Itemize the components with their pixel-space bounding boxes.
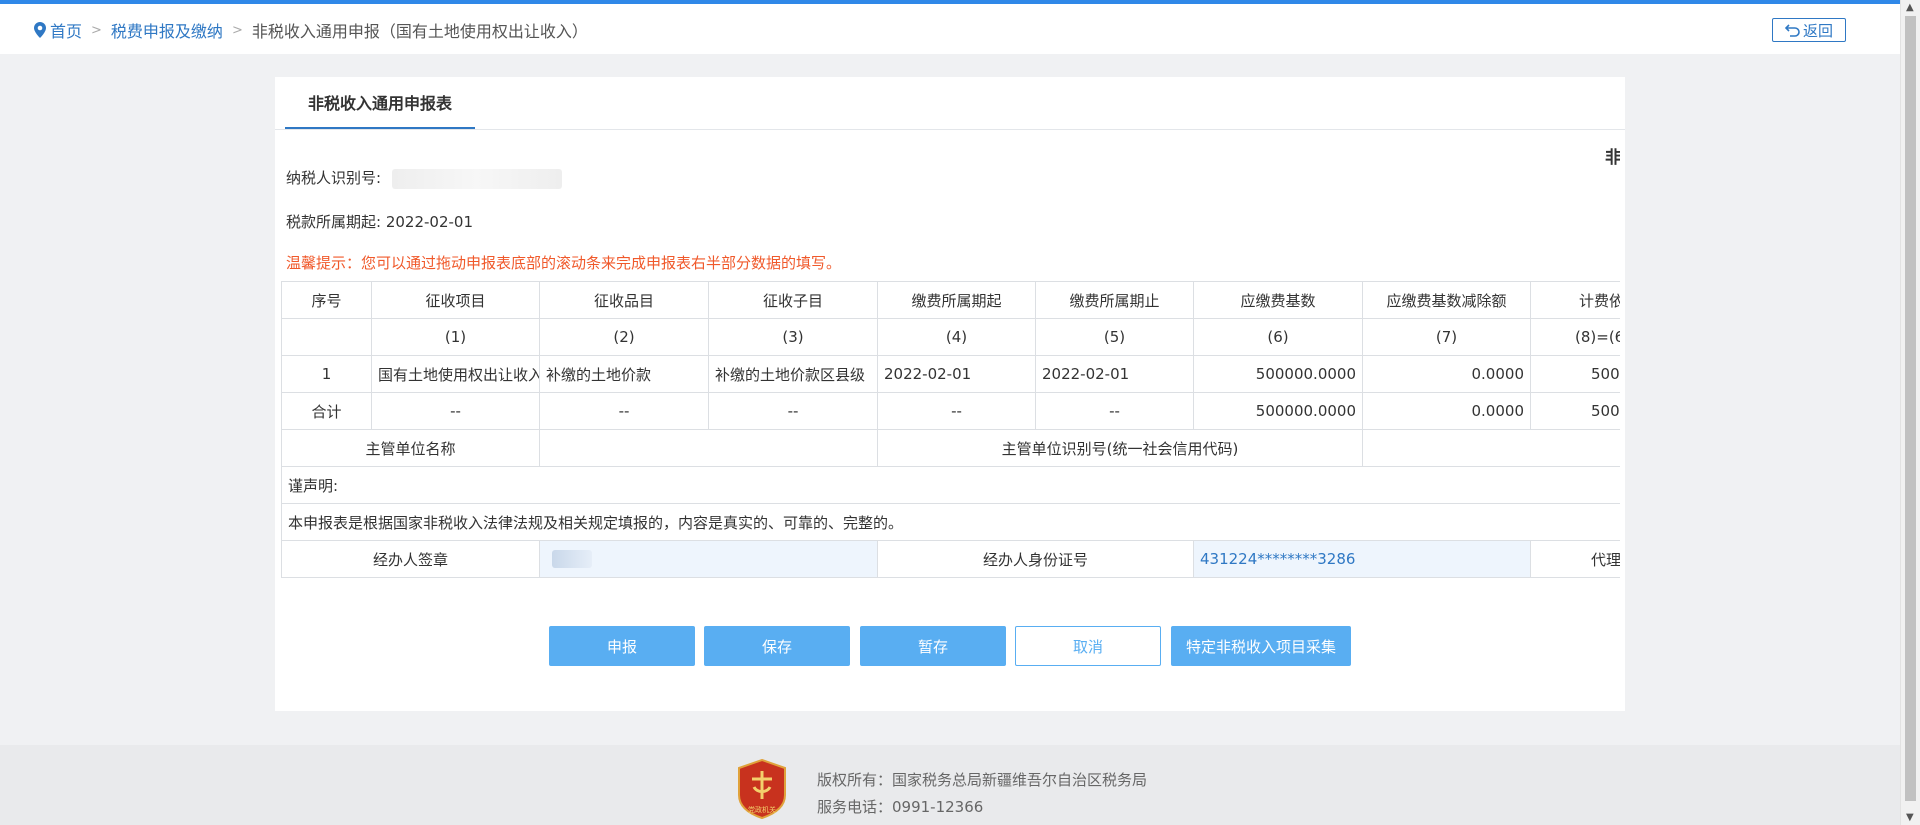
period-start-value: 2022-02-01 [385,213,474,231]
table-header-row: 序号 征收项目 征收品目 征收子目 缴费所属期起 缴费所属期止 应缴费基数 应缴… [281,281,1620,319]
period-end-cell: 2022-02-01 [1035,355,1194,393]
taxpayer-id-label: 纳税人识别号: [286,169,382,187]
back-button-label: 返回 [1802,21,1833,40]
total-fee-base-cell: 500000.0000 [1193,392,1363,430]
total-cell: -- [539,392,709,430]
agent-row: 经办人签章 经办人身份证号 431224********3286 代理 [281,540,1620,578]
breadcrumb-home-link[interactable]: 首页 [50,18,82,42]
form-title: 非 [1605,148,1620,168]
back-button[interactable]: 返回 [1772,18,1846,42]
save-button[interactable]: 保存 [704,626,850,666]
total-cell: -- [708,392,878,430]
cancel-button[interactable]: 取消 [1015,626,1161,666]
row-index-cell: 1 [281,355,372,393]
taxpayer-id-row: 纳税人识别号: [286,167,562,189]
levy-item-cell: 国有土地使用权出让收入 [371,355,540,393]
authority-id-label: 主管单位识别号(统一社会信用代码) [877,429,1363,467]
declaration-table: 序号 征收项目 征收品目 征收子目 缴费所属期起 缴费所属期止 应缴费基数 应缴… [281,281,1620,578]
special-collection-button[interactable]: 特定非税收入项目采集 [1171,626,1351,666]
declaration-text: 本申报表是根据国家非税收入法律法规及相关规定填报的，内容是真实的、可靠的、完整的… [281,503,1620,541]
period-label: 税款所属期起: [286,213,382,231]
declaration-text-row: 本申报表是根据国家非税收入法律法规及相关规定填报的，内容是真实的、可靠的、完整的… [281,503,1620,541]
declaration-label: 谨声明: [281,466,1620,504]
total-cell: -- [371,392,540,430]
agent-id-field[interactable]: 431224********3286 [1193,540,1531,578]
logo-text: 党政机关 [748,805,776,814]
header-cell: 序号 [281,281,372,319]
authority-id-value [1362,429,1620,467]
tab-declaration-form[interactable]: 非税收入通用申报表 [285,77,475,129]
agent-more-label: 代理 [1530,540,1620,578]
breadcrumb-current: 非税收入通用申报（国有土地使用权出让收入） [251,22,588,41]
submit-button[interactable]: 申报 [549,626,695,666]
temp-save-button[interactable]: 暂存 [860,626,1006,666]
scroll-up-arrow-icon[interactable]: ▲ [1906,2,1914,13]
action-buttons: 申报 保存 暂存 取消 特定非税收入项目采集 [275,626,1625,668]
header-cell: 征收项目 [371,281,540,319]
col-number-cell: (8)=(6)-(7) [1530,318,1620,356]
government-emblem-logo: 党政机关 [738,759,786,819]
period-row: 税款所属期起: 2022-02-01 [286,211,473,232]
header-cell: 征收品目 [539,281,709,319]
levy-category-cell: 补缴的土地价款 [539,355,709,393]
footer-copyright: 版权所有：国家税务总局新疆维吾尔自治区税务局 [817,771,1148,789]
authority-name-value [539,429,878,467]
header-cell: 应缴费基数减除额 [1362,281,1531,319]
declaration-label-row: 谨声明: [281,466,1620,504]
total-cell: -- [877,392,1036,430]
period-start-cell: 2022-02-01 [877,355,1036,393]
return-arrow-icon [1784,24,1800,37]
tab-bar: 非税收入通用申报表 [275,77,1625,130]
location-pin-icon [34,22,46,38]
total-label-cell: 合计 [281,392,372,430]
column-number-row: (1) (2) (3) (4) (5) (6) (7) (8)=(6)-(7) [281,318,1620,356]
levy-subitem-cell: 补缴的土地价款区县级 [708,355,878,393]
authority-row: 主管单位名称 主管单位识别号(统一社会信用代码) [281,429,1620,467]
breadcrumb-bar: 首页 > 税费申报及缴纳 > 非税收入通用申报（国有土地使用权出让收入） 返回 [0,4,1900,54]
col-number-cell: (3) [708,318,878,356]
form-panel: 非税收入通用申报表 非 纳税人识别号: 税款所属期起: 2022-02-01 温… [275,77,1625,711]
footer-phone: 服务电话：0991-12366 [817,798,984,816]
total-deduction-cell: 0.0000 [1362,392,1531,430]
header-cell: 计费依据 [1530,281,1620,319]
header-cell: 缴费所属期止 [1035,281,1194,319]
header-cell: 缴费所属期起 [877,281,1036,319]
table-row: 1 国有土地使用权出让收入 补缴的土地价款 补缴的土地价款区县级 2022-02… [281,355,1620,393]
form-scroll-viewport: 非 纳税人识别号: 税款所属期起: 2022-02-01 温馨提示：您可以通过拖… [280,129,1620,609]
breadcrumb: 首页 > 税费申报及缴纳 > 非税收入通用申报（国有土地使用权出让收入） [34,18,588,42]
col-number-cell: (5) [1035,318,1194,356]
vertical-scroll-thumb[interactable] [1905,16,1916,801]
taxpayer-id-masked [391,168,562,189]
total-charge-basis-cell: 500000.0000 [1530,392,1620,430]
col-number-cell: (2) [539,318,709,356]
header-cell: 征收子目 [708,281,878,319]
header-cell: 应缴费基数 [1193,281,1363,319]
agent-sign-masked [552,550,592,569]
col-number-cell: (1) [371,318,540,356]
authority-name-label: 主管单位名称 [281,429,540,467]
agent-id-label: 经办人身份证号 [877,540,1194,578]
vertical-scrollbar[interactable]: ▲ ▼ [1900,0,1920,825]
col-number-cell: (4) [877,318,1036,356]
col-number-cell [281,318,372,356]
breadcrumb-separator: > [91,22,102,38]
footer: 党政机关 版权所有：国家税务总局新疆维吾尔自治区税务局 服务电话：0991-12… [0,745,1900,825]
agent-sign-field[interactable] [539,540,878,578]
total-cell: -- [1035,392,1194,430]
fee-deduction-cell[interactable]: 0.0000 [1362,355,1531,393]
agent-sign-label: 经办人签章 [281,540,540,578]
charge-basis-cell: 500000.0000 [1530,355,1620,393]
total-row: 合计 -- -- -- -- -- 500000.0000 0.0000 500… [281,392,1620,430]
breadcrumb-separator: > [231,22,243,38]
col-number-cell: (6) [1193,318,1363,356]
warm-tip: 温馨提示：您可以通过拖动申报表底部的滚动条来完成申报表右半部分数据的填写。 [286,254,842,272]
fee-base-cell[interactable]: 500000.0000 [1193,355,1363,393]
col-number-cell: (7) [1362,318,1531,356]
breadcrumb-tax-link[interactable]: 税费申报及缴纳 [111,18,223,42]
scroll-down-arrow-icon[interactable]: ▼ [1906,812,1914,823]
